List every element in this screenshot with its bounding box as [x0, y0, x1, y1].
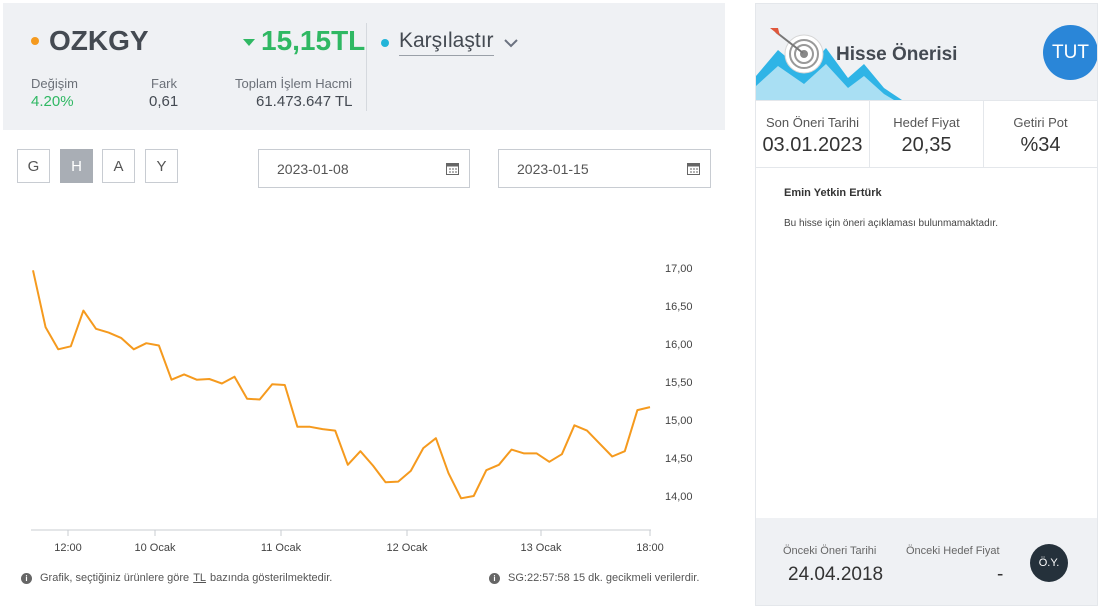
prev-date-label: Önceki Öneri Tarihi	[783, 545, 877, 557]
price-line	[32, 270, 651, 500]
app-root: OZKGY 15,15TL Karşılaştır Değişim 4.20% …	[0, 0, 1098, 609]
recommendation-panel: Hisse Önerisi TUT Son Öneri Tarihi 03.01…	[755, 3, 1098, 606]
chart-note-left: i Grafik, seçtiğiniz ürünlere göre TL ba…	[21, 572, 332, 584]
change-value: 4.20%	[31, 93, 74, 110]
last-date-value: 03.01.2023	[762, 134, 863, 156]
calendar-icon[interactable]	[446, 162, 459, 175]
compare-dropdown[interactable]: Karşılaştır	[381, 29, 518, 56]
stock-panel: OZKGY 15,15TL Karşılaştır Değişim 4.20% …	[3, 3, 725, 606]
last-date-label: Son Öneri Tarihi	[766, 115, 859, 130]
y-tick-label: 16,00	[665, 339, 693, 351]
x-tick-label: 10 Ocak	[135, 542, 176, 554]
header-divider	[366, 23, 367, 111]
x-tick-label: 11 Ocak	[261, 542, 302, 554]
target-price-label: Hedef Fiyat	[893, 115, 960, 130]
previous-recommendation: Önceki Öneri Tarihi 24.04.2018 Önceki He…	[756, 518, 1097, 605]
recommendation-stats: Son Öneri Tarihi 03.01.2023 Hedef Fiyat …	[756, 100, 1097, 168]
change-label: Değişim	[31, 76, 78, 91]
chevron-down-icon	[503, 35, 518, 51]
target-price-value: 20,35	[901, 134, 952, 156]
recommendation-description: Bu hisse için öneri açıklaması bulunmama…	[784, 218, 998, 229]
last-date-cell: Son Öneri Tarihi 03.01.2023	[756, 101, 870, 167]
prev-target-label: Önceki Hedef Fiyat	[906, 545, 1000, 557]
date-to-value: 2023-01-15	[517, 160, 589, 177]
y-tick-label: 15,50	[665, 377, 693, 389]
info-icon: i	[489, 572, 500, 584]
caret-down-icon	[243, 38, 255, 46]
stock-symbol: OZKGY	[31, 25, 149, 57]
chart-note-right: i SG:22:57:58 15 dk. gecikmeli verilerdi…	[489, 572, 699, 584]
date-from-value: 2023-01-08	[277, 160, 349, 177]
prev-target-value: -	[997, 564, 1004, 585]
stock-symbol-text: OZKGY	[49, 25, 149, 56]
target-price-cell: Hedef Fiyat 20,35	[870, 101, 984, 167]
return-potential-cell: Getiri Pot %34	[984, 101, 1097, 167]
note-left-tl: TL	[193, 572, 207, 584]
period-button-h[interactable]: H	[60, 149, 93, 183]
y-tick-label: 17,00	[665, 263, 693, 275]
period-button-y[interactable]: Y	[145, 149, 178, 183]
prev-date-value: 24.04.2018	[788, 564, 884, 585]
note-left-suffix: bazında gösterilmektedir.	[210, 572, 333, 584]
note-right-text: SG:22:57:58 15 dk. gecikmeli verilerdir.	[508, 572, 700, 584]
diff-value: 0,61	[149, 93, 179, 110]
recommendation-badge: TUT	[1043, 25, 1097, 80]
blue-dot-icon	[381, 38, 389, 47]
recommendation-header: Hisse Önerisi TUT	[756, 4, 1097, 100]
period-button-a[interactable]: A	[102, 149, 135, 183]
return-potential-value: %34	[1020, 134, 1061, 156]
volume-value: 61.473.647 TL	[256, 93, 353, 110]
diff-label: Fark	[151, 76, 177, 91]
date-to-input[interactable]: 2023-01-15	[498, 149, 711, 188]
orange-dot-icon	[31, 37, 39, 45]
stock-header: OZKGY 15,15TL Karşılaştır Değişim 4.20% …	[3, 3, 725, 130]
x-tick-label: 12:00	[54, 542, 82, 554]
y-tick-label: 14,00	[665, 491, 693, 503]
x-tick-label: 12 Ocak	[387, 542, 428, 554]
compare-label: Karşılaştır	[399, 29, 494, 56]
y-tick-label: 15,00	[665, 415, 693, 427]
stock-price-text: 15,15TL	[261, 25, 366, 56]
info-icon: i	[21, 572, 32, 584]
period-button-g[interactable]: G	[17, 149, 50, 183]
prev-recommendation-badge: Ö.Y.	[1030, 544, 1068, 582]
return-potential-label: Getiri Pot	[1013, 115, 1068, 130]
x-tick-label: 13 Ocak	[521, 542, 562, 554]
analyst-name: Emin Yetkin Ertürk	[784, 187, 882, 199]
price-chart[interactable]: 12:00 10 Ocak 11 Ocak 12 Ocak 13 Ocak 18:00 17…	[3, 198, 725, 558]
date-from-input[interactable]: 2023-01-08	[258, 149, 470, 188]
note-left-prefix: Grafik, seçtiğiniz ürünlere göre	[40, 572, 190, 584]
recommendation-title: Hisse Önerisi	[836, 44, 958, 65]
y-tick-label: 14,50	[665, 453, 693, 465]
volume-label: Toplam İşlem Hacmi	[235, 76, 353, 91]
y-tick-label: 16,50	[665, 301, 693, 313]
x-tick-label: 18:00	[636, 542, 664, 554]
stock-price: 15,15TL	[243, 25, 365, 57]
calendar-icon[interactable]	[687, 162, 700, 175]
